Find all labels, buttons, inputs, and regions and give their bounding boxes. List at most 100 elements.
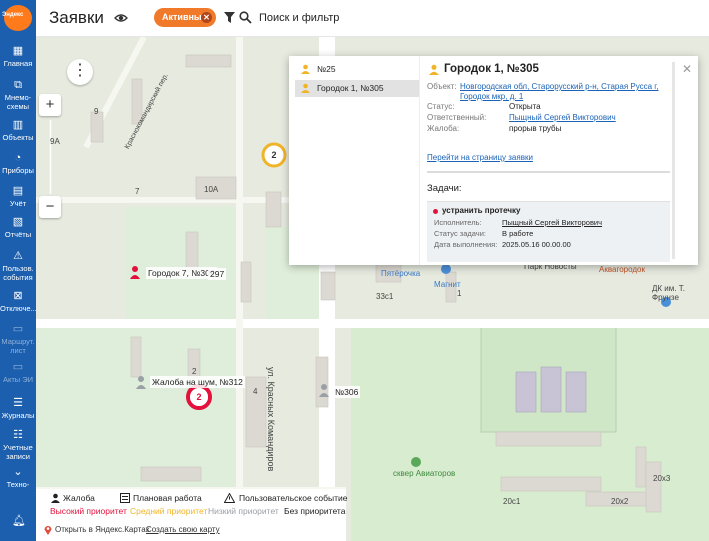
logo-text: Эндекс bbox=[2, 12, 24, 18]
house-10a: 10А bbox=[204, 185, 219, 194]
sidebar-item-label: Акты ЭИ bbox=[2, 375, 34, 384]
priority-dot bbox=[433, 209, 438, 214]
marker-label-306[interactable]: №306 bbox=[333, 386, 361, 398]
zoom-out-button[interactable]: − bbox=[39, 196, 61, 218]
object-link[interactable]: Новгородская обл, Старорусский р-н, Стар… bbox=[460, 82, 665, 102]
top-bar: Заявки Активные ✕ bbox=[36, 0, 709, 37]
sidebar: Эндекс ▦ Главная ⧉ Мнемо-схемы ▥ Объекты… bbox=[0, 0, 37, 541]
logo-disc bbox=[4, 5, 32, 31]
popup-list-item[interactable]: №25 bbox=[295, 61, 419, 78]
house-9: 9 bbox=[94, 107, 99, 116]
sidebar-item-label: Пользов. события bbox=[2, 264, 34, 282]
zoom-slider[interactable] bbox=[49, 119, 52, 195]
calculator-icon: ▤ bbox=[12, 185, 24, 197]
sidebar-item-label: Отключе... bbox=[0, 304, 37, 313]
chevron-down-icon: ⌄ bbox=[13, 466, 23, 478]
close-icon[interactable]: ✕ bbox=[682, 62, 692, 76]
sidebar-item-label: Учетные записи bbox=[3, 443, 33, 461]
executor-link[interactable]: Пыщный Сергей Викторович bbox=[502, 218, 602, 227]
cluster-marker-medium[interactable]: 2 bbox=[265, 146, 283, 164]
due-date-label: Дата выполнения: bbox=[434, 240, 498, 249]
gauge-icon: ◔ bbox=[14, 152, 22, 164]
responsible-link[interactable]: Пыщный Сергей Викторович bbox=[509, 113, 616, 122]
sidebar-item-label: Маршрут. лист bbox=[1, 337, 35, 355]
cluster-marker-high[interactable]: 2 bbox=[190, 388, 208, 406]
create-map-link[interactable]: Создать свою карту bbox=[146, 525, 220, 534]
house-20c1: 20с1 bbox=[503, 497, 521, 506]
eye-icon[interactable] bbox=[114, 11, 128, 25]
house-20x3: 20х3 bbox=[653, 474, 671, 483]
marker-label-gorodok7[interactable]: Городок 7, №309 bbox=[146, 267, 217, 279]
divider bbox=[427, 171, 670, 173]
due-date-value: 2025.05.16 00.00.00 bbox=[502, 240, 571, 249]
journal-icon: ☰ bbox=[13, 397, 23, 409]
legend-no-priority: Без приоритета bbox=[284, 506, 346, 516]
sidebar-item-acts[interactable]: ▭ Акты ЭИ bbox=[0, 361, 36, 384]
user-icon bbox=[51, 493, 60, 503]
sidebar-item-accounting[interactable]: ▤ Учёт bbox=[0, 185, 36, 208]
request-title: Городок 1, №305 bbox=[444, 63, 539, 75]
filter-icon[interactable] bbox=[224, 12, 235, 23]
sidebar-item-outages[interactable]: ⊠ Отключе... bbox=[0, 290, 37, 313]
user-icon bbox=[301, 83, 310, 93]
logo[interactable]: Эндекс bbox=[0, 0, 36, 36]
legend-high-priority: Высокий приоритет bbox=[50, 506, 127, 516]
sidebar-item-label: Учёт bbox=[9, 199, 27, 208]
popup-scrollbar[interactable] bbox=[672, 62, 675, 259]
marker-label-complaint[interactable]: Жалоба на шум, №312 bbox=[150, 376, 245, 388]
sidebar-item-label: Объекты bbox=[2, 133, 34, 142]
sidebar-item-schemes[interactable]: ⧉ Мнемо-схемы bbox=[0, 79, 36, 111]
sidebar-item-route-sheet[interactable]: ▭ Маршрут. лист bbox=[0, 323, 36, 355]
request-detail: Городок 1, №305 Объект: Новгородская обл… bbox=[427, 56, 670, 265]
sidebar-item-devices[interactable]: ◔ Приборы bbox=[0, 152, 36, 175]
warning-icon: ⚠ bbox=[13, 250, 23, 262]
marker-label-297: 297 bbox=[208, 268, 227, 280]
sidebar-item-label: Отчёты bbox=[4, 230, 32, 239]
chip-label: Активные bbox=[162, 12, 207, 22]
sidebar-item-journals[interactable]: ☰ Журналы bbox=[0, 397, 36, 420]
map-pin-icon bbox=[44, 526, 52, 535]
popup-list-item-label: Городок 1, №305 bbox=[317, 83, 384, 93]
legend-user-event: Пользовательское событие bbox=[239, 493, 348, 503]
route-icon: ▭ bbox=[12, 323, 24, 335]
sidebar-item-label: Главная bbox=[3, 59, 33, 68]
status-label: Статус: bbox=[427, 102, 455, 111]
map-menu-button[interactable]: ⋮ bbox=[67, 59, 93, 85]
task-card[interactable]: устранить протечку Исполнитель: Пыщный С… bbox=[427, 201, 670, 262]
sidebar-item-label: Журналы bbox=[1, 411, 35, 420]
off-icon: ⊠ bbox=[13, 290, 23, 302]
sidebar-item-label: Техно- bbox=[6, 480, 30, 489]
goto-request-link[interactable]: Перейти на страницу заявки bbox=[427, 153, 533, 162]
sidebar-item-tech[interactable]: ⌄ Техно- bbox=[0, 466, 36, 489]
sidebar-item-label: Приборы bbox=[2, 166, 34, 175]
open-yandex-link[interactable]: Открыть в Яндекс.Картах bbox=[55, 525, 150, 534]
page-title: Заявки bbox=[49, 8, 104, 27]
popup-list-item-selected[interactable]: Городок 1, №305 bbox=[295, 80, 419, 97]
search-icon[interactable] bbox=[239, 11, 252, 24]
acts-icon: ▭ bbox=[12, 361, 24, 373]
sidebar-item-home[interactable]: ▦ Главная bbox=[0, 45, 36, 68]
house-1: 1 bbox=[457, 289, 462, 298]
poi-skver: сквер Авиаторов bbox=[393, 469, 456, 478]
house-20x2: 20х2 bbox=[611, 497, 629, 506]
active-filter-chip[interactable]: Активные ✕ bbox=[154, 8, 216, 27]
users-icon: ☷ bbox=[13, 429, 23, 441]
search-input[interactable] bbox=[259, 10, 559, 26]
zoom-in-button[interactable]: + bbox=[39, 94, 61, 116]
object-label: Объект: bbox=[427, 82, 457, 91]
task-status-value: В работе bbox=[502, 229, 534, 238]
notifications-button[interactable]: 🔔︎ bbox=[0, 515, 36, 529]
task-status-label: Статус задачи: bbox=[434, 229, 486, 238]
close-icon[interactable]: ✕ bbox=[201, 12, 212, 23]
complaint-value: прорыв трубы bbox=[509, 124, 562, 133]
sidebar-item-reports[interactable]: ▧ Отчёты bbox=[0, 216, 36, 239]
legend-planned: Плановая работа bbox=[133, 493, 202, 503]
popup-request-list: №25 Городок 1, №305 bbox=[289, 56, 420, 265]
house-7: 7 bbox=[135, 187, 140, 196]
scheme-icon: ⧉ bbox=[14, 79, 22, 91]
planned-work-icon bbox=[120, 493, 130, 503]
legend-low-priority: Низкий приоритет bbox=[208, 506, 279, 516]
sidebar-item-accounts[interactable]: ☷ Учетные записи bbox=[0, 429, 36, 461]
sidebar-item-user-events[interactable]: ⚠ Пользов. события bbox=[0, 250, 36, 282]
sidebar-item-objects[interactable]: ▥ Объекты bbox=[0, 119, 36, 142]
